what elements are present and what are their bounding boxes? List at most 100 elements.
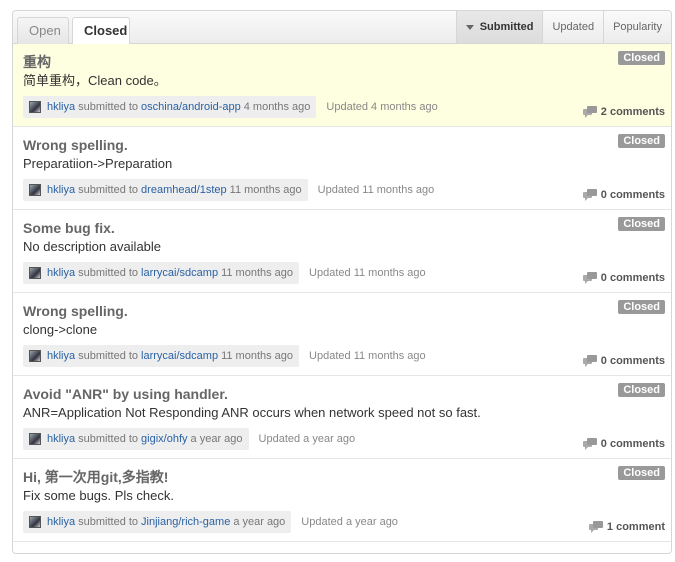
submitted-to-text: submitted to — [78, 184, 139, 196]
pull-request-title[interactable]: Some bug fix. — [23, 219, 661, 237]
user-link[interactable]: hkliya — [47, 516, 75, 528]
status-badge: Closed — [618, 217, 665, 231]
comments-link[interactable]: 0 comments — [582, 355, 665, 367]
caret-down-icon — [465, 24, 474, 30]
comments-count: 0 comments — [600, 189, 665, 201]
pull-request-title[interactable]: Wrong spelling. — [23, 302, 661, 320]
sort-popularity-button[interactable]: Popularity — [603, 11, 671, 43]
updated-time: Updated 4 months ago — [326, 101, 438, 113]
avatar — [29, 516, 41, 528]
updated-time: Updated a year ago — [258, 433, 356, 445]
comments-count: 2 comments — [600, 106, 665, 118]
submitted-to-text: submitted to — [78, 267, 139, 279]
meta-row: hkliya submitted to larrycai/sdcamp 11 m… — [23, 345, 661, 367]
pull-request-item: 重构 简单重构，Clean code。 hkliya submitted to … — [13, 44, 671, 127]
submitted-ago: a year ago — [233, 516, 286, 528]
meta-row: hkliya submitted to oschina/android-app … — [23, 96, 661, 118]
status-badge: Closed — [618, 300, 665, 314]
pull-requests-panel: Open Closed Submitted Updated Popularity… — [12, 10, 672, 554]
repo-link[interactable]: dreamhead/1step — [141, 184, 227, 196]
updated-time: Updated 11 months ago — [309, 350, 426, 362]
avatar — [29, 433, 41, 445]
submitter-info: hkliya submitted to oschina/android-app … — [23, 96, 317, 118]
pull-request-description: No description available — [23, 239, 162, 254]
submitted-ago: 4 months ago — [243, 101, 311, 113]
submitter-info: hkliya submitted to dreamhead/1step 11 m… — [23, 179, 308, 201]
avatar — [29, 267, 41, 279]
submitted-to-text: submitted to — [78, 350, 139, 362]
sort-updated-button[interactable]: Updated — [542, 11, 603, 43]
pull-request-description: Preparatiion->Preparation — [23, 156, 173, 171]
status-badge: Closed — [618, 134, 665, 148]
status-badge: Closed — [618, 51, 665, 65]
user-link[interactable]: hkliya — [47, 267, 75, 279]
comment-bubble-icon — [582, 272, 597, 284]
avatar — [29, 350, 41, 362]
user-link[interactable]: hkliya — [47, 184, 75, 196]
comments-link[interactable]: 0 comments — [582, 189, 665, 201]
comments-count: 0 comments — [600, 272, 665, 284]
submitter-info: hkliya submitted to gigix/ohfy a year ag… — [23, 428, 249, 450]
comment-bubble-icon — [582, 438, 597, 450]
pull-request-title[interactable]: Wrong spelling. — [23, 136, 661, 154]
pull-request-list: 重构 简单重构，Clean code。 hkliya submitted to … — [13, 44, 671, 542]
repo-link[interactable]: larrycai/sdcamp — [141, 267, 218, 279]
pull-request-title[interactable]: Avoid "ANR" by using handler. — [23, 385, 661, 403]
filter-toolbar: Open Closed Submitted Updated Popularity — [13, 11, 671, 45]
comment-bubble-icon — [582, 106, 597, 118]
pull-request-item: Wrong spelling. clong->clone hkliya subm… — [13, 293, 671, 376]
comment-bubble-icon — [582, 189, 597, 201]
pull-request-description: 简单重构，Clean code。 — [23, 73, 167, 88]
submitter-info: hkliya submitted to larrycai/sdcamp 11 m… — [23, 262, 300, 284]
repo-link[interactable]: gigix/ohfy — [141, 433, 187, 445]
comments-link[interactable]: 2 comments — [582, 106, 665, 118]
pull-request-item: Avoid "ANR" by using handler. ANR=Applic… — [13, 376, 671, 459]
avatar — [29, 101, 41, 113]
pull-request-title[interactable]: Hi, 第一次用git,多指教! — [23, 468, 661, 486]
submitted-to-text: submitted to — [78, 433, 139, 445]
comment-bubble-icon — [588, 521, 603, 533]
pull-request-item: Hi, 第一次用git,多指教! Fix some bugs. Pls chec… — [13, 459, 671, 542]
tab-open[interactable]: Open — [17, 17, 69, 44]
meta-row: hkliya submitted to dreamhead/1step 11 m… — [23, 179, 661, 201]
sort-group: Submitted Updated Popularity — [455, 11, 671, 43]
meta-row: hkliya submitted to larrycai/sdcamp 11 m… — [23, 262, 661, 284]
submitter-info: hkliya submitted to larrycai/sdcamp 11 m… — [23, 345, 300, 367]
avatar — [29, 184, 41, 196]
updated-time: Updated 11 months ago — [309, 267, 426, 279]
pull-request-description: Fix some bugs. Pls check. — [23, 488, 174, 503]
comments-link[interactable]: 0 comments — [582, 272, 665, 284]
submitted-to-text: submitted to — [78, 101, 139, 113]
updated-time: Updated 11 months ago — [317, 184, 435, 196]
submitted-ago: a year ago — [190, 433, 243, 445]
updated-time: Updated a year ago — [301, 516, 398, 528]
pull-request-description: ANR=Application Not Responding ANR occur… — [23, 405, 481, 420]
submitted-ago: 11 months ago — [229, 184, 302, 196]
meta-row: hkliya submitted to gigix/ohfy a year ag… — [23, 428, 661, 450]
comment-bubble-icon — [582, 355, 597, 367]
pull-request-title[interactable]: 重构 — [23, 53, 661, 71]
sort-submitted-label: Submitted — [479, 21, 534, 33]
comments-count: 0 comments — [600, 355, 665, 367]
pull-request-item: Wrong spelling. Preparatiion->Preparatio… — [13, 127, 671, 210]
repo-link[interactable]: larrycai/sdcamp — [141, 350, 218, 362]
comments-count: 1 comment — [606, 521, 665, 533]
submitted-ago: 11 months ago — [221, 350, 294, 362]
user-link[interactable]: hkliya — [47, 433, 75, 445]
repo-link[interactable]: Jinjiang/rich-game — [141, 516, 230, 528]
submitter-info: hkliya submitted to Jinjiang/rich-game a… — [23, 511, 292, 533]
meta-row: hkliya submitted to Jinjiang/rich-game a… — [23, 511, 661, 533]
tab-closed[interactable]: Closed — [72, 17, 130, 45]
pull-request-description: clong->clone — [23, 322, 98, 337]
repo-link[interactable]: oschina/android-app — [141, 101, 241, 113]
status-badge: Closed — [618, 383, 665, 397]
comments-link[interactable]: 0 comments — [582, 438, 665, 450]
sort-submitted-button[interactable]: Submitted — [455, 11, 543, 43]
status-badge: Closed — [618, 466, 665, 480]
user-link[interactable]: hkliya — [47, 350, 75, 362]
submitted-ago: 11 months ago — [221, 267, 294, 279]
pull-request-item: Some bug fix. No description available h… — [13, 210, 671, 293]
comments-link[interactable]: 1 comment — [588, 521, 665, 533]
comments-count: 0 comments — [600, 438, 665, 450]
user-link[interactable]: hkliya — [47, 101, 75, 113]
